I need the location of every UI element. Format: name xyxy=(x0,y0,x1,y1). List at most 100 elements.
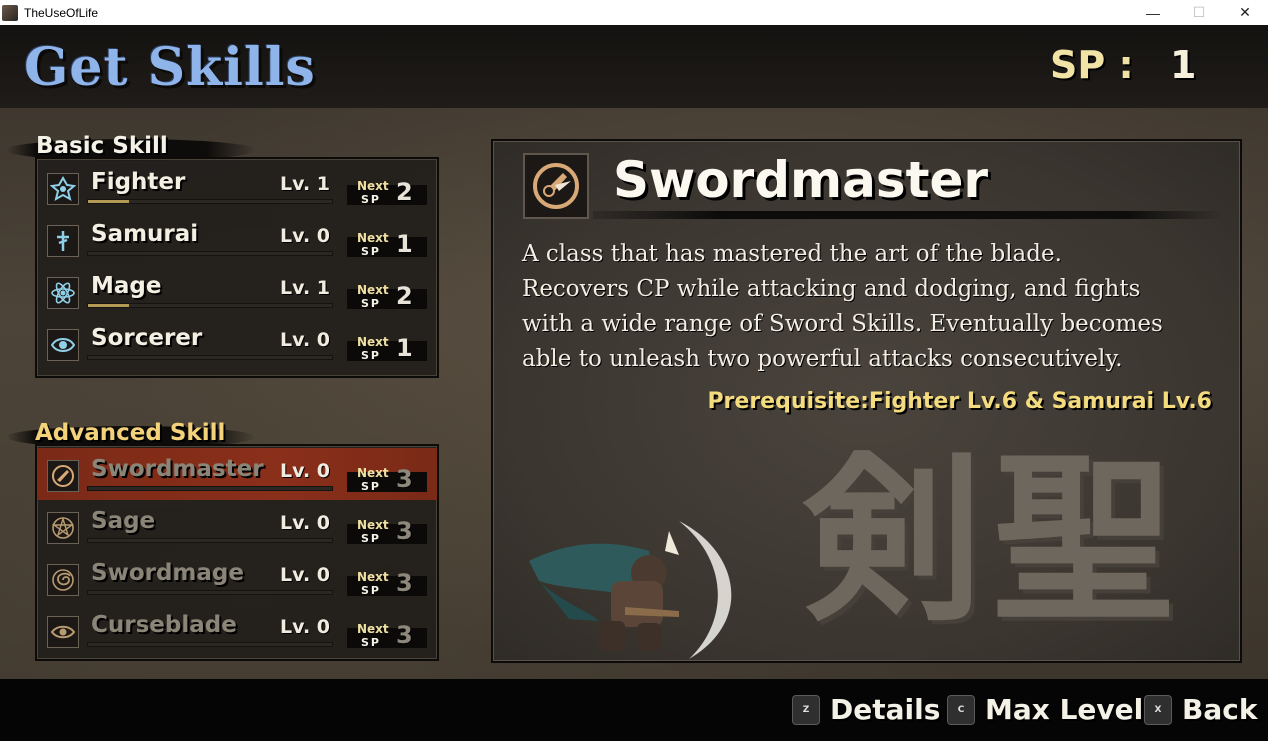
sp-cost: 1 xyxy=(396,334,413,362)
description-line: Recovers CP while attacking and dodging,… xyxy=(522,276,1141,302)
prerequisite-text: Prerequisite:Fighter Lv.6 & Samurai Lv.6 xyxy=(707,389,1212,414)
skill-progress-bar xyxy=(87,590,333,595)
max-level-button[interactable]: C Max Level xyxy=(947,693,1143,726)
sp-label: SP xyxy=(361,349,381,362)
skill-row-swordmage[interactable]: Swordmage Lv. 0 Next SP 3 xyxy=(37,552,437,604)
basic-skill-heading: Basic Skill xyxy=(36,133,168,159)
skill-row-samurai[interactable]: Samurai Lv. 0 Next SP 1 xyxy=(37,213,437,265)
skill-row-curseblade[interactable]: Curseblade Lv. 0 Next SP 3 xyxy=(37,604,437,656)
skill-level: Lv. 0 xyxy=(280,460,330,482)
next-label: Next xyxy=(357,283,389,297)
header-bar: Get Skills SP : 1 xyxy=(0,25,1268,108)
skill-name: Sage xyxy=(91,508,156,534)
sp-label: SP xyxy=(361,297,381,310)
sp-cost: 3 xyxy=(396,517,413,545)
skill-level: Lv. 1 xyxy=(280,173,330,195)
minimize-button[interactable]: — xyxy=(1130,0,1176,25)
back-label: Back xyxy=(1182,693,1258,726)
next-label: Next xyxy=(357,179,389,193)
skill-name: Samurai xyxy=(91,221,199,247)
detail-description: A class that has mastered the art of the… xyxy=(522,237,1222,377)
next-label: Next xyxy=(357,335,389,349)
skill-row-sorcerer[interactable]: Sorcerer Lv. 0 Next SP 1 xyxy=(37,317,437,369)
class-kanji-watermark: 剣聖 xyxy=(803,435,1184,646)
sp-cost: 2 xyxy=(396,178,413,206)
maximize-button[interactable]: ☐ xyxy=(1176,0,1222,25)
next-label: Next xyxy=(357,570,389,584)
next-sp-cost: Next SP 3 xyxy=(347,516,427,548)
sp-cost: 2 xyxy=(396,282,413,310)
skill-level: Lv. 0 xyxy=(280,225,330,247)
skill-progress-bar xyxy=(87,303,333,308)
window-title: TheUseOfLife xyxy=(24,5,99,20)
sp-cost: 3 xyxy=(396,569,413,597)
details-label: Details xyxy=(830,693,941,726)
swordmaster-crest-icon xyxy=(47,460,79,492)
advanced-skill-heading: Advanced Skill xyxy=(35,420,226,446)
sp-label: SP xyxy=(361,245,381,258)
atom-icon xyxy=(47,277,79,309)
close-button[interactable]: ✕ xyxy=(1222,0,1268,25)
skill-progress-fill xyxy=(88,304,130,307)
eye-icon xyxy=(47,329,79,361)
swordmaster-crest-icon xyxy=(523,153,589,219)
window-titlebar: TheUseOfLife — ☐ ✕ xyxy=(0,0,1268,25)
skill-row-swordmaster[interactable]: Swordmaster Lv. 0 Next SP 3 xyxy=(37,448,437,500)
description-line: with a wide range of Sword Skills. Event… xyxy=(522,311,1163,337)
game-screen: Get Skills SP : 1 Basic Skill Fighter Lv… xyxy=(0,25,1268,741)
skill-progress-bar xyxy=(87,355,333,360)
basic-skill-panel: Fighter Lv. 1 Next SP 2 Samurai Lv. 0 Ne… xyxy=(35,157,439,378)
next-sp-cost: Next SP 1 xyxy=(347,229,427,261)
skill-detail-panel: 剣聖 Swordmaster A class that has mastered… xyxy=(491,139,1242,663)
skill-name: Curseblade xyxy=(91,612,237,638)
sp-cost: 3 xyxy=(396,621,413,649)
detail-title: Swordmaster xyxy=(613,151,989,209)
next-label: Next xyxy=(357,466,389,480)
skill-name: Fighter xyxy=(91,169,186,195)
next-label: Next xyxy=(357,518,389,532)
swordmaster-character-sprite xyxy=(529,521,732,659)
sp-cost: 1 xyxy=(396,230,413,258)
skill-level: Lv. 0 xyxy=(280,564,330,586)
skill-level: Lv. 0 xyxy=(280,329,330,351)
fighter-crest-icon xyxy=(47,173,79,205)
skill-row-sage[interactable]: Sage Lv. 0 Next SP 3 xyxy=(37,500,437,552)
game-window: TheUseOfLife — ☐ ✕ Get Skills SP : 1 Bas… xyxy=(0,0,1268,741)
next-sp-cost: Next SP 1 xyxy=(347,333,427,365)
swirl-icon xyxy=(47,564,79,596)
samurai-glyph-icon xyxy=(47,225,79,257)
skill-progress-bar xyxy=(87,486,333,491)
next-sp-cost: Next SP 2 xyxy=(347,281,427,313)
details-button[interactable]: Z Details xyxy=(792,693,940,726)
z-key-icon: Z xyxy=(792,694,820,725)
skill-name: Mage xyxy=(91,273,162,299)
back-button[interactable]: X Back xyxy=(1144,693,1257,726)
sp-label: SP xyxy=(361,584,381,597)
sp-cost: 3 xyxy=(396,465,413,493)
sp-value: 1 xyxy=(1170,43,1197,87)
next-label: Next xyxy=(357,622,389,636)
page-title: Get Skills xyxy=(24,37,316,98)
sp-label: SP xyxy=(361,532,381,545)
skill-progress-bar xyxy=(87,199,333,204)
skill-row-mage[interactable]: Mage Lv. 1 Next SP 2 xyxy=(37,265,437,317)
pentagram-icon xyxy=(47,512,79,544)
next-sp-cost: Next SP 3 xyxy=(347,568,427,600)
description-line: able to unleash two powerful attacks con… xyxy=(522,346,1123,372)
sp-label: SP xyxy=(361,193,381,206)
next-label: Next xyxy=(357,231,389,245)
skill-progress-bar xyxy=(87,538,333,543)
app-icon xyxy=(2,4,18,21)
sp-label: SP : xyxy=(1050,43,1134,87)
x-key-icon: X xyxy=(1144,694,1172,725)
next-sp-cost: Next SP 3 xyxy=(347,620,427,652)
c-key-icon: C xyxy=(947,694,975,725)
skill-name: Swordmaster xyxy=(91,456,264,482)
skill-progress-fill xyxy=(88,200,130,203)
window-controls: — ☐ ✕ xyxy=(1130,0,1268,25)
title-underline xyxy=(593,211,1223,219)
sp-label: SP xyxy=(361,480,381,493)
advanced-skill-panel: Swordmaster Lv. 0 Next SP 3 Sage Lv. 0 N… xyxy=(35,444,439,661)
skill-name: Swordmage xyxy=(91,560,244,586)
skill-row-fighter[interactable]: Fighter Lv. 1 Next SP 2 xyxy=(37,161,437,213)
